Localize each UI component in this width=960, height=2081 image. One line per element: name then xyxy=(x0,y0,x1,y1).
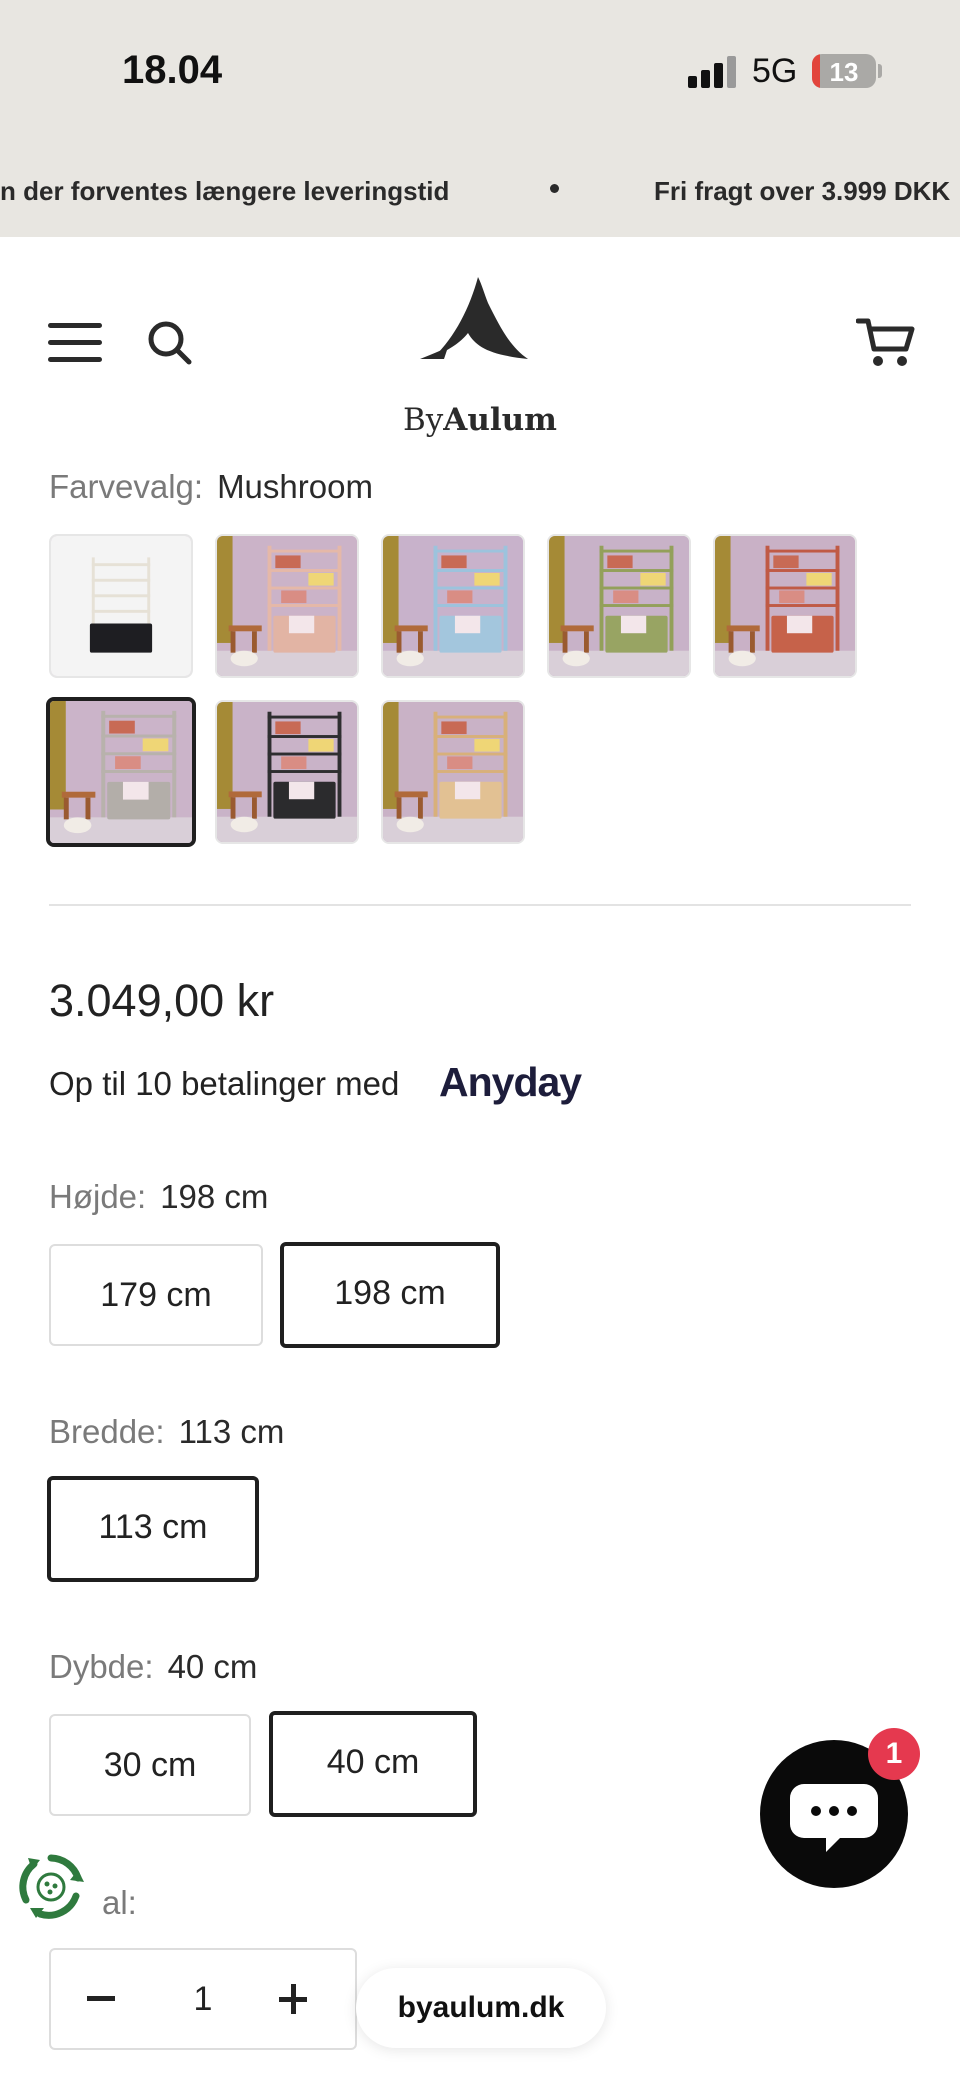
shopping-cart-icon[interactable] xyxy=(855,317,916,369)
quantity-value[interactable]: 1 xyxy=(51,1980,355,2019)
height-option-179[interactable]: 179 cm xyxy=(49,1244,263,1346)
height-value: 198 cm xyxy=(160,1178,269,1215)
search-icon[interactable] xyxy=(146,319,194,367)
recycle-cookie-icon[interactable] xyxy=(16,1852,86,1922)
brand-wordmark: ByAulum xyxy=(400,402,560,438)
depth-value: 40 cm xyxy=(167,1648,258,1685)
color-selector-label: Farvevalg: Mushroom xyxy=(49,468,373,506)
depth-option-40[interactable]: 40 cm xyxy=(269,1711,477,1817)
color-swatch-black-white[interactable] xyxy=(49,534,193,678)
chat-notification-badge: 1 xyxy=(868,1728,920,1780)
color-value: Mushroom xyxy=(217,468,373,505)
height-label: Højde: xyxy=(49,1178,147,1215)
announcement-item: Fri fragt over 3.999 DKK xyxy=(654,176,951,206)
swatch-thumbnail xyxy=(217,702,357,842)
height-option-label: Højde: 198 cm xyxy=(49,1178,268,1216)
section-divider xyxy=(49,904,911,906)
depth-option-label: Dybde: 40 cm xyxy=(49,1648,257,1686)
color-swatch-mushroom[interactable] xyxy=(46,697,196,847)
swatch-thumbnail xyxy=(217,536,357,676)
brand-logo[interactable]: ByAulum xyxy=(400,277,560,438)
announcement-item: n der forventes længere leveringstid xyxy=(0,176,450,206)
product-price: 3.049,00 kr xyxy=(49,975,275,1026)
anyday-logo[interactable]: Anyday xyxy=(439,1059,582,1106)
depth-label: Dybde: xyxy=(49,1648,154,1685)
swatch-thumbnail xyxy=(51,536,191,676)
brand-name: Aulum xyxy=(443,402,557,438)
status-time: 18.04 xyxy=(122,48,223,92)
width-option-113[interactable]: 113 cm xyxy=(47,1476,259,1582)
status-bar: 18.04 5G 13 xyxy=(0,0,960,142)
quantity-label: al: xyxy=(102,1884,137,1922)
network-type: 5G xyxy=(752,52,798,90)
swatch-thumbnail xyxy=(383,536,523,676)
color-swatch-terracotta[interactable] xyxy=(713,534,857,678)
swatch-thumbnail xyxy=(715,536,855,676)
height-option-198[interactable]: 198 cm xyxy=(280,1242,500,1348)
announcement-bar: n der forventes længere leveringstid Fri… xyxy=(0,142,960,237)
color-swatch-natural-wood[interactable] xyxy=(381,700,525,844)
battery-level: 13 xyxy=(829,57,859,87)
depth-option-30[interactable]: 30 cm xyxy=(49,1714,251,1816)
width-value: 113 cm xyxy=(178,1413,285,1450)
hamburger-menu-icon[interactable] xyxy=(48,323,104,363)
financing-text: Op til 10 betalinger med xyxy=(49,1065,400,1102)
brand-prefix: By xyxy=(402,402,444,438)
swatch-thumbnail xyxy=(383,702,523,842)
width-label: Bredde: xyxy=(49,1413,165,1450)
color-swatch-sky-blue[interactable] xyxy=(381,534,525,678)
color-swatch-rose[interactable] xyxy=(215,534,359,678)
cellular-signal-icon xyxy=(688,56,738,88)
announcement-separator xyxy=(550,184,559,193)
quantity-label-text: al: xyxy=(102,1884,137,1921)
battery-icon: 13 xyxy=(812,54,876,88)
color-label: Farvevalg: xyxy=(49,468,204,505)
battery-cap xyxy=(878,64,882,78)
site-header: ByAulum xyxy=(0,237,960,438)
brand-logo-mark-icon xyxy=(420,277,528,359)
width-option-label: Bredde: 113 cm xyxy=(49,1413,284,1451)
color-swatch-olive[interactable] xyxy=(547,534,691,678)
swatch-thumbnail xyxy=(50,701,192,843)
url-address-pill[interactable]: byaulum.dk xyxy=(356,1968,606,2048)
quantity-stepper: 1 xyxy=(49,1948,357,2050)
color-swatch-charcoal[interactable] xyxy=(215,700,359,844)
swatch-thumbnail xyxy=(549,536,689,676)
plus-icon[interactable] xyxy=(279,1984,309,2014)
